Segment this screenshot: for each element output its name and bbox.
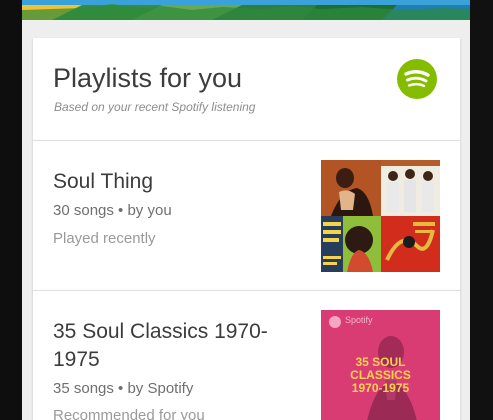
spotify-playlist-cover-image: Spotify 35 SOUL CLASSICS 1970-1975 xyxy=(321,310,440,420)
playlist-status: Played recently xyxy=(53,230,156,247)
album-collage-image xyxy=(321,160,440,272)
spotify-logo-icon[interactable] xyxy=(397,59,437,99)
list-item-playlist-35-soul-classics[interactable]: 35 Soul Classics 1970-1975 35 songs • by… xyxy=(33,290,460,420)
card-title: Playlists for you xyxy=(53,63,243,93)
playlist-meta: 30 songs • by you xyxy=(53,202,172,219)
playlist-meta: 35 songs • by Spotify xyxy=(53,380,194,397)
banner-landscape-graphic xyxy=(22,0,470,20)
screen: Playlists for you Based on your recent S… xyxy=(22,0,470,420)
spotify-mini-icon xyxy=(329,316,341,328)
phone-device: Playlists for you Based on your recent S… xyxy=(0,0,493,420)
playlist-status: Recommended for you xyxy=(53,407,205,420)
card-subtitle: Based on your recent Spotify listening xyxy=(54,100,256,114)
device-right-bezel xyxy=(470,0,493,420)
header-banner-image xyxy=(22,0,470,20)
playlists-card-header: Playlists for you Based on your recent S… xyxy=(33,38,460,140)
cover-title-text: 35 SOUL CLASSICS 1970-1975 xyxy=(350,355,411,395)
cover-brand-text: Spotify xyxy=(345,315,373,325)
list-item-playlist-soul-thing[interactable]: Soul Thing 30 songs • by you Played rece… xyxy=(33,140,460,291)
playlist-name: 35 Soul Classics 1970-1975 xyxy=(53,320,268,371)
playlist-name: Soul Thing xyxy=(53,170,154,193)
